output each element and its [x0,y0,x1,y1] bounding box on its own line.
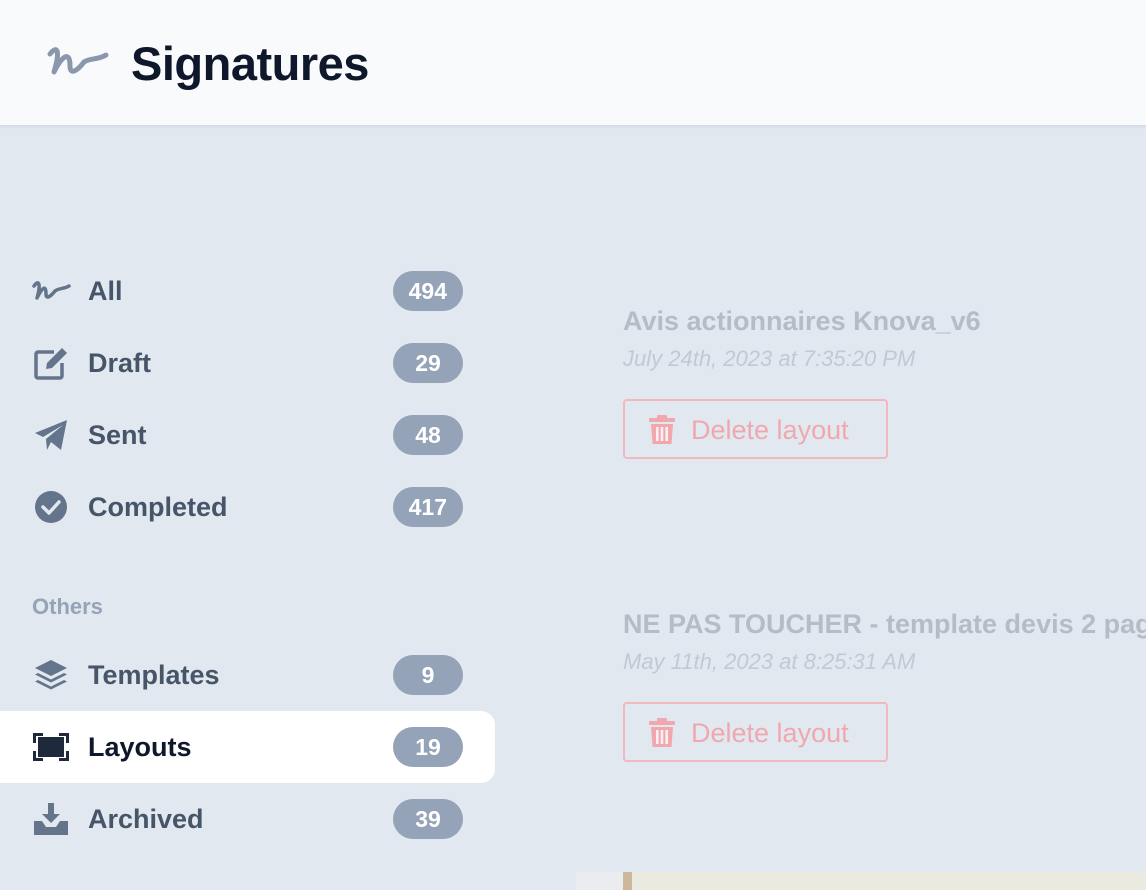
layout-card: Avis actionnaires Knova_v6 July 24th, 20… [623,303,1146,459]
count-badge: 9 [393,655,463,695]
delete-layout-button[interactable]: Delete layout [623,702,888,762]
sidebar-item-label: Layouts [88,732,192,762]
count-badge: 48 [393,415,463,455]
inbox-download-icon [31,800,71,838]
layout-date: July 24th, 2023 at 7:35:20 PM [623,346,916,371]
layout-date: May 11th, 2023 at 8:25:31 AM [623,649,916,674]
count-badge: 39 [393,799,463,839]
sidebar-item-sent[interactable]: Sent 48 [0,399,495,471]
sidebar-item-label: Draft [88,348,152,378]
delete-layout-label: Delete layout [691,718,849,748]
sidebar-item-label: Templates [88,660,220,690]
layout-preview-thumbnail[interactable] [576,872,1146,890]
count-badge: 417 [392,487,463,527]
top-bar: Signatures [0,0,1146,126]
layout-card: NE PAS TOUCHER - template devis 2 pages … [623,606,1146,762]
preview-paper [632,872,1146,890]
sidebar-item-label: Archived [88,804,204,834]
trash-icon [649,718,675,747]
layout-icon [31,728,71,766]
sidebar-item-all[interactable]: All 494 [0,255,495,327]
layout-title[interactable]: NE PAS TOUCHER - template devis 2 pages [623,606,1146,642]
count-badge: 494 [392,271,463,311]
section-label-others: Others [32,594,103,619]
trash-icon [649,415,675,444]
sidebar-item-layouts[interactable]: Layouts 19 [0,711,495,783]
check-circle-icon [31,488,71,526]
sidebar-item-completed[interactable]: Completed 417 [0,471,495,543]
sidebar-item-label: All [88,276,123,306]
signature-icon [47,47,109,75]
signature-icon [31,272,71,310]
sidebar-item-label: Sent [88,420,147,450]
edit-icon [31,344,71,382]
sidebar-item-archived[interactable]: Archived 39 [0,783,495,855]
layers-icon [31,656,71,694]
preview-edge [623,872,632,890]
delete-layout-label: Delete layout [691,415,849,445]
layout-title[interactable]: Avis actionnaires Knova_v6 [623,303,1146,339]
count-badge: 29 [393,343,463,383]
sidebar-item-templates[interactable]: Templates 9 [0,639,495,711]
delete-layout-button[interactable]: Delete layout [623,399,888,459]
sidebar-item-draft[interactable]: Draft 29 [0,327,495,399]
app-title: Signatures [131,37,369,90]
count-badge: 19 [393,727,463,767]
paper-plane-icon [31,416,71,454]
sidebar-item-label: Completed [88,492,228,522]
